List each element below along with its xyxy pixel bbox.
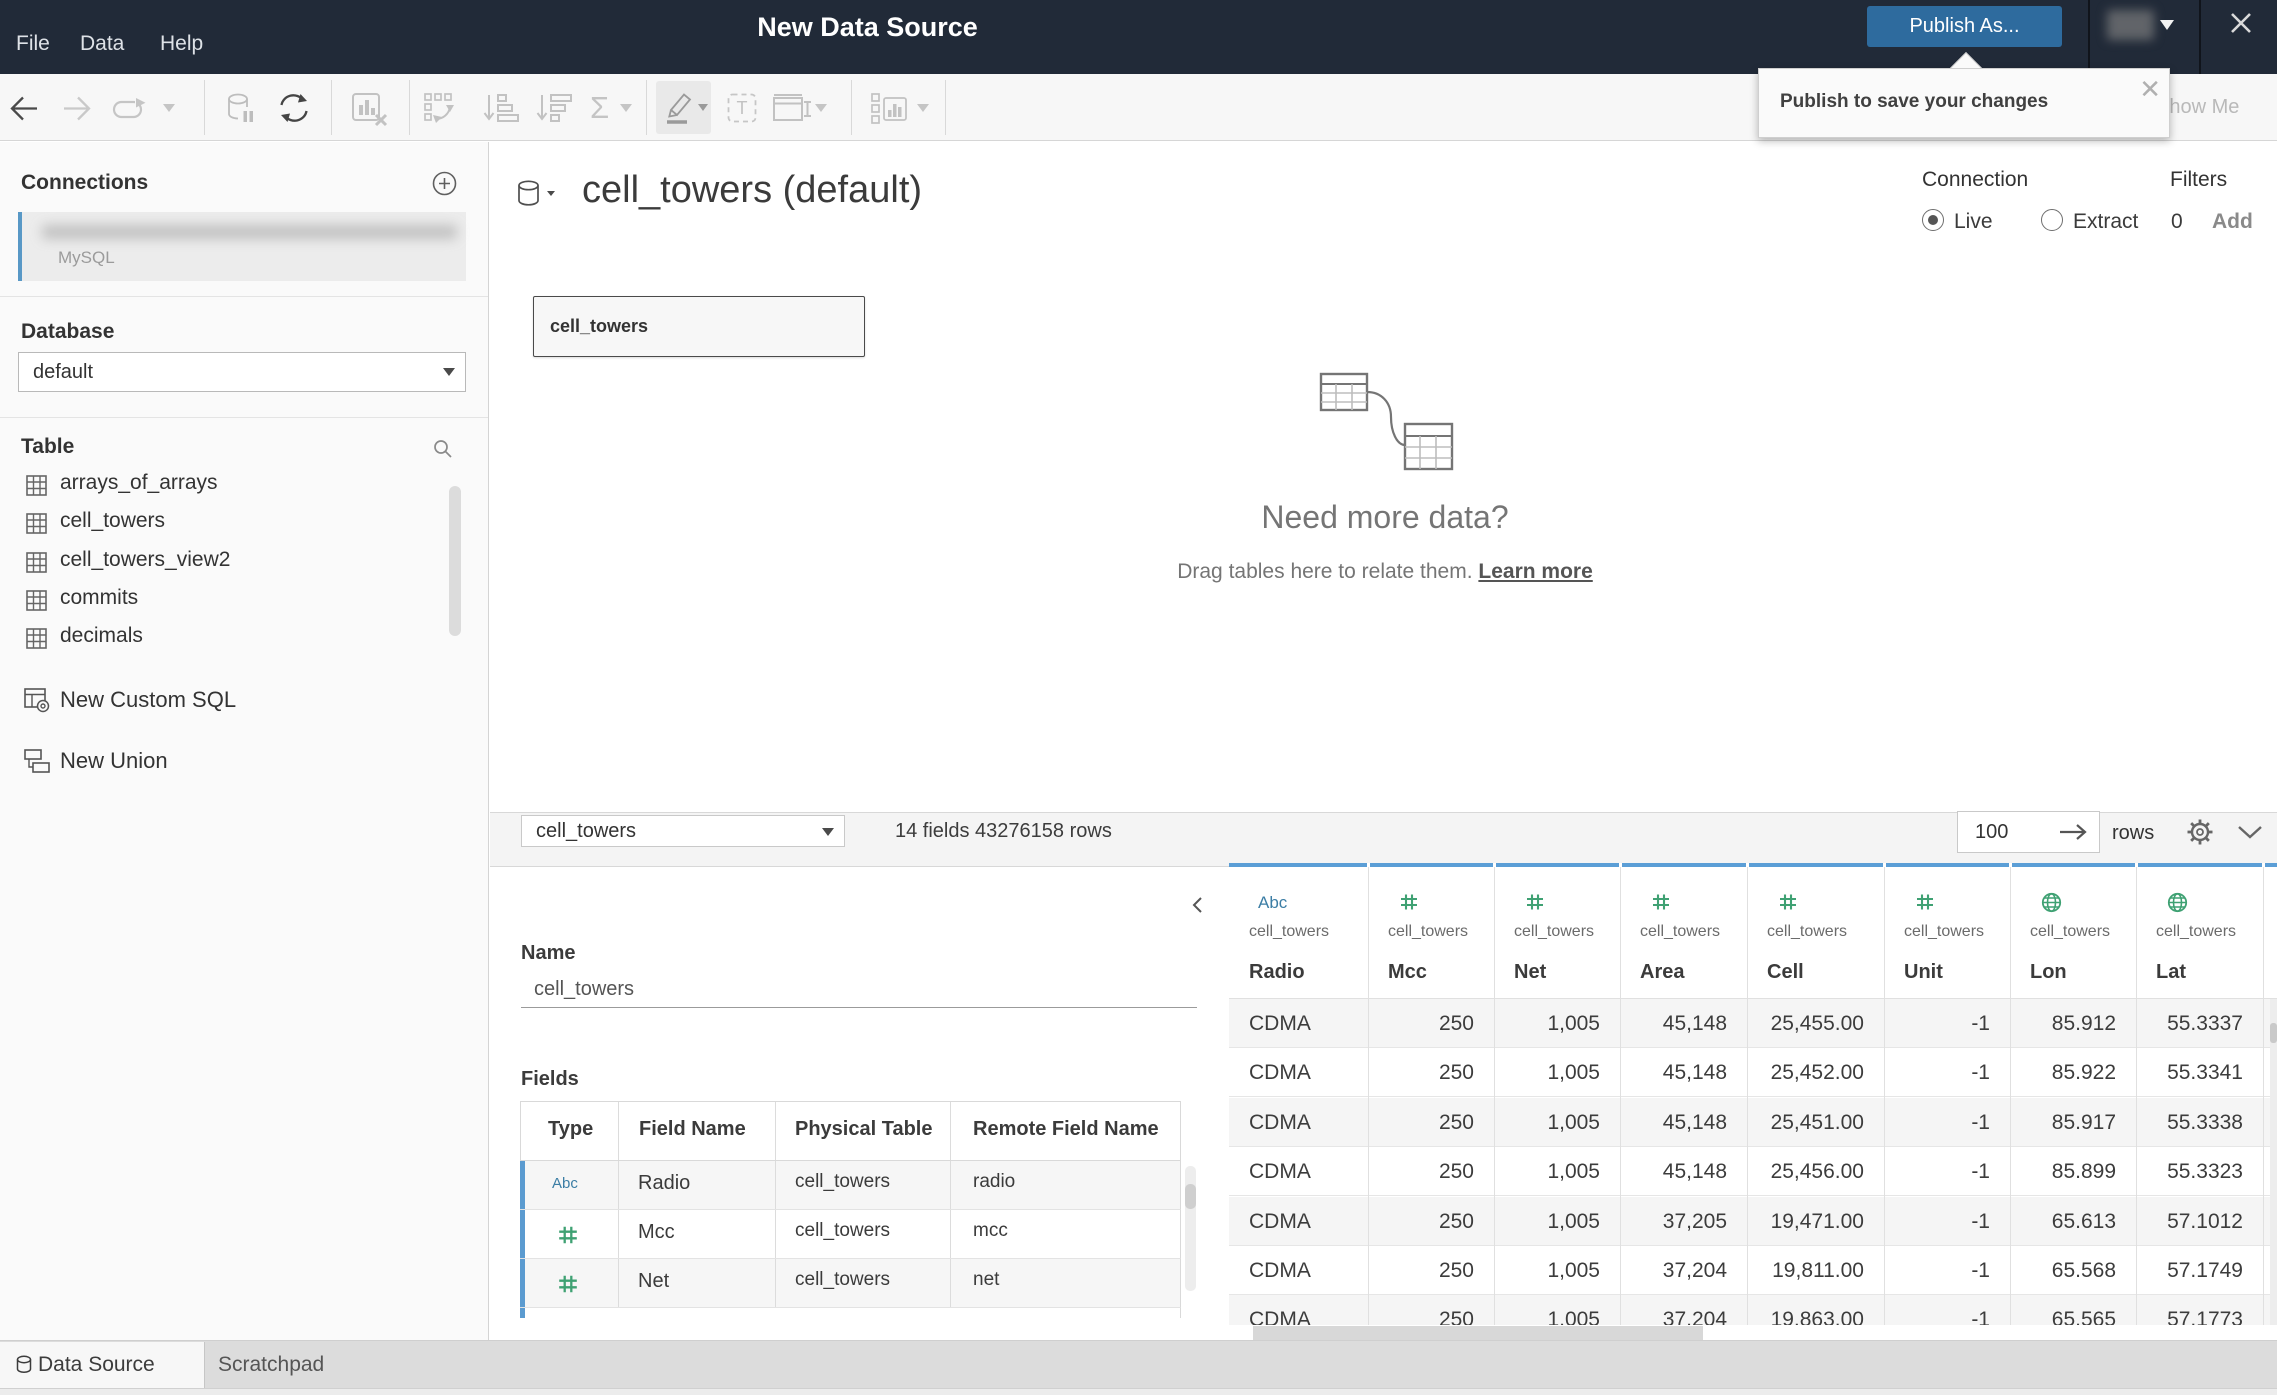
svg-text:T: T	[737, 98, 748, 118]
